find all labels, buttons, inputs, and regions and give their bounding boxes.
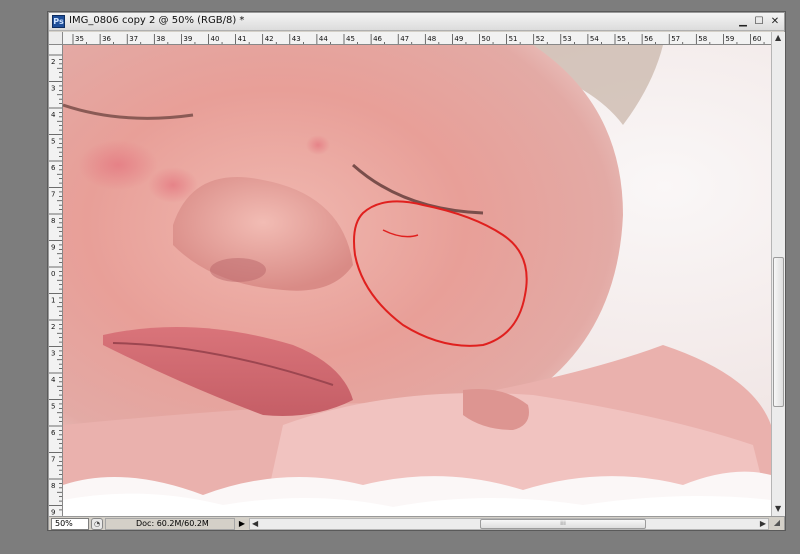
ruler-label: 44 (319, 35, 328, 43)
ruler-label: 43 (292, 35, 301, 43)
ruler-label: 8 (51, 482, 55, 490)
image-canvas[interactable] (63, 45, 771, 516)
ruler-label: 6 (51, 164, 56, 172)
ruler-label: 40 (211, 35, 220, 43)
doc-size-info[interactable]: Doc: 60.2M/60.2M (105, 518, 235, 530)
ruler-label: 8 (51, 217, 55, 225)
vertical-scroll-thumb[interactable] (773, 257, 784, 407)
horizontal-scrollbar[interactable]: ◀ ⁞⁞⁞ ▶ (249, 518, 769, 530)
maximize-button[interactable]: ☐ (752, 15, 766, 28)
ruler-label: 48 (427, 35, 436, 43)
ruler-label: 4 (51, 111, 56, 119)
ruler-label: 54 (590, 35, 599, 43)
ruler-label: 5 (51, 403, 55, 411)
ruler-label: 45 (346, 35, 355, 43)
ruler-label: 2 (51, 58, 55, 66)
ruler-label: 1 (51, 297, 55, 305)
ruler-label: 56 (644, 35, 653, 43)
close-button[interactable]: ✕ (768, 15, 782, 28)
ruler-label: 4 (51, 376, 56, 384)
ruler-label: 49 (454, 35, 463, 43)
ruler-label: 50 (482, 35, 491, 43)
vertical-scrollbar[interactable]: ▲ ▼ (771, 32, 785, 516)
ruler-label: 42 (265, 35, 274, 43)
ruler-label: 41 (238, 35, 247, 43)
ruler-label: 35 (75, 35, 84, 43)
ruler-label: 51 (509, 35, 518, 43)
ruler-label: 7 (51, 456, 55, 464)
ruler-label: 46 (373, 35, 382, 43)
scroll-left-button[interactable]: ◀ (252, 520, 258, 528)
ruler-label: 0 (51, 270, 55, 278)
ruler-label: 3 (51, 350, 55, 358)
ruler-label: 60 (753, 35, 762, 43)
resize-grip-icon[interactable]: ◢ (771, 517, 783, 529)
ruler-label: 5 (51, 138, 55, 146)
title-bar[interactable]: Ps IMG_0806 copy 2 @ 50% (RGB/8) * ▁ ☐ ✕ (49, 13, 784, 31)
ruler-label: 6 (51, 429, 56, 437)
ruler-label: 9 (51, 244, 55, 252)
zoom-input[interactable]: 50% (51, 518, 89, 530)
horizontal-ruler[interactable]: 35 36 37 38 39 40 41 42 43 44 45 46 47 48 49 50 51 52 53 54… (63, 32, 771, 45)
vertical-ruler-ticks: 2 3 4 5 6 7 8 9 0 1 2 3 4 5 6 7 8 9 (49, 54, 62, 517)
ruler-label: 59 (725, 35, 734, 43)
status-bar: 50% ◔ Doc: 60.2M/60.2M ▶ ◀ ⁞⁞⁞ ▶ ◢ (49, 516, 784, 530)
scroll-down-button[interactable]: ▼ (775, 505, 781, 513)
ruler-label: 7 (51, 191, 55, 199)
ruler-label: 57 (671, 35, 680, 43)
document-window: Ps IMG_0806 copy 2 @ 50% (RGB/8) * ▁ ☐ ✕… (47, 11, 786, 531)
document-title: IMG_0806 copy 2 @ 50% (RGB/8) * (69, 15, 245, 26)
horizontal-ruler-ticks: 35 36 37 38 39 40 41 42 43 44 45 46 47 48 49 50 51 52 53 54… (72, 34, 765, 44)
ruler-label: 39 (183, 35, 192, 43)
ruler-label: 53 (563, 35, 572, 43)
ruler-origin[interactable] (49, 32, 63, 45)
baby-photo (63, 45, 771, 516)
ruler-label: 2 (51, 323, 55, 331)
ruler-label: 55 (617, 35, 626, 43)
ruler-label: 9 (51, 509, 55, 517)
ruler-label: 37 (129, 35, 138, 43)
ruler-label: 58 (698, 35, 707, 43)
status-menu-arrow[interactable]: ▶ (237, 518, 247, 530)
scroll-right-button[interactable]: ▶ (760, 520, 766, 528)
ruler-label: 36 (102, 35, 111, 43)
ruler-label: 38 (156, 35, 165, 43)
minimize-button[interactable]: ▁ (736, 15, 750, 28)
status-info-icon[interactable]: ◔ (91, 518, 103, 530)
ruler-label: 3 (51, 85, 55, 93)
ruler-label: 47 (400, 35, 409, 43)
horizontal-scroll-thumb[interactable]: ⁞⁞⁞ (480, 519, 646, 529)
photoshop-icon: Ps (52, 15, 65, 28)
vertical-ruler[interactable]: 2 3 4 5 6 7 8 9 0 1 2 3 4 5 6 7 8 9 (49, 45, 63, 516)
ruler-label: 52 (536, 35, 545, 43)
scroll-up-button[interactable]: ▲ (775, 34, 781, 42)
